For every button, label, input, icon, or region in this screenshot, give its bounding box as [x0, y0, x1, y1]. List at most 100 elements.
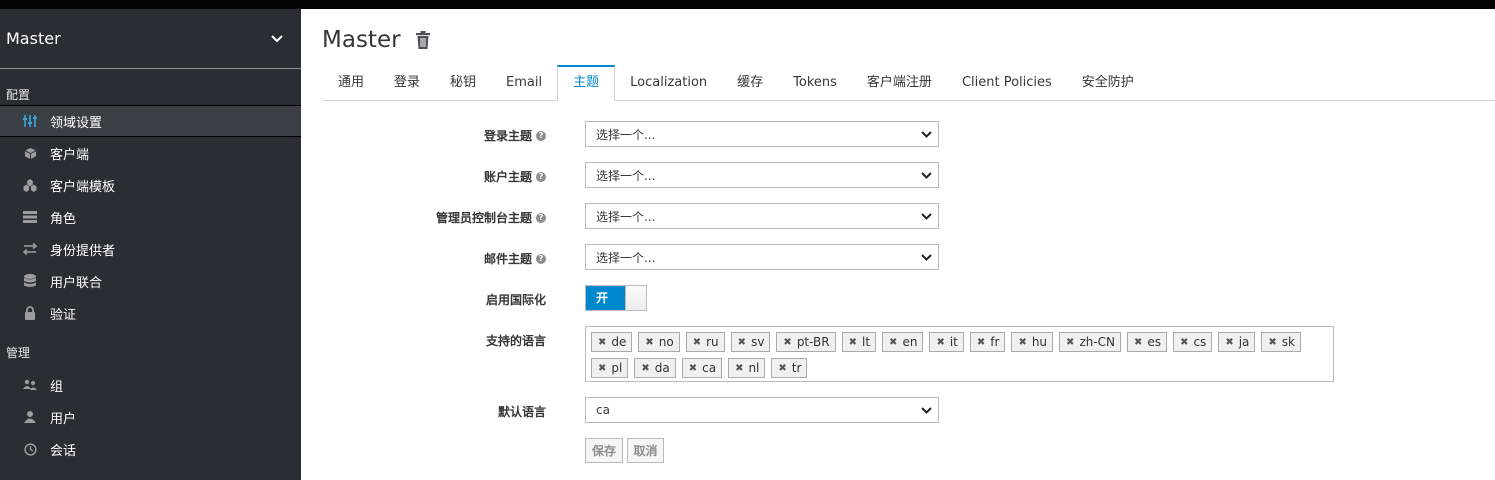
remove-icon[interactable]: ✖	[1180, 337, 1188, 348]
remove-icon[interactable]: ✖	[1225, 337, 1233, 348]
save-button[interactable]: 保存	[585, 438, 623, 463]
cancel-button[interactable]: 取消	[627, 438, 664, 463]
email-theme-label: 邮件主题?	[484, 250, 546, 267]
help-icon[interactable]: ?	[536, 171, 546, 182]
sidebar: Master 配置 领域设置 客户端 客户端模板 角色 身份提供者 用户联合 验…	[0, 9, 301, 480]
supported-locales-input[interactable]: ✖ de ✖ no ✖ ru ✖ sv ✖ pt-BR ✖ lt ✖ en ✖ it ✖ fr ✖ hu ✖ zh-CN ✖…	[585, 326, 1334, 382]
locale-chip-label: zh-CN	[1079, 335, 1116, 349]
tab-login[interactable]: 登录	[379, 65, 435, 101]
locale-chip: ✖ cs	[1173, 332, 1213, 352]
remove-icon[interactable]: ✖	[598, 337, 606, 348]
tab-general[interactable]: 通用	[323, 65, 379, 101]
locale-chip-label: hu	[1031, 335, 1048, 349]
page-title: Master	[322, 27, 401, 53]
sidebar-item-users[interactable]: 用户	[0, 401, 301, 433]
remove-icon[interactable]: ✖	[1066, 337, 1074, 348]
locale-chip: ✖ pl	[591, 358, 629, 378]
tab-email[interactable]: Email	[491, 65, 557, 101]
help-icon[interactable]: ?	[536, 212, 546, 223]
locale-chip: ✖ en	[882, 332, 924, 352]
remove-icon[interactable]: ✖	[783, 337, 791, 348]
sidebar-item-label: 组	[50, 379, 64, 395]
remove-icon[interactable]: ✖	[598, 363, 606, 374]
locale-chip-label: da	[654, 361, 670, 375]
tab-tokens[interactable]: Tokens	[778, 65, 852, 101]
locale-chip: ✖ de	[591, 332, 633, 352]
chevron-down-icon	[921, 210, 932, 225]
remove-icon[interactable]: ✖	[738, 337, 746, 348]
sidebar-item-client-templates[interactable]: 客户端模板	[0, 169, 301, 201]
remove-icon[interactable]: ✖	[1018, 337, 1026, 348]
page-header: Master	[322, 27, 431, 53]
locale-chip: ✖ tr	[771, 358, 808, 378]
email-theme-select[interactable]: 选择一个...	[585, 244, 939, 270]
i18n-toggle[interactable]: 开	[585, 285, 647, 311]
list-icon	[22, 211, 38, 223]
tab-client-policies[interactable]: Client Policies	[947, 65, 1067, 101]
locale-chip: ✖ hu	[1011, 332, 1054, 352]
sidebar-item-label: 客户端模板	[50, 179, 116, 195]
locale-chip: ✖ fr	[969, 332, 1006, 352]
sidebar-item-clients[interactable]: 客户端	[0, 137, 301, 169]
remove-icon[interactable]: ✖	[645, 337, 653, 348]
sidebar-item-label: 领域设置	[50, 115, 103, 131]
tab-keys[interactable]: 秘钥	[435, 65, 491, 101]
help-icon[interactable]: ?	[536, 130, 546, 141]
tab-localization[interactable]: Localization	[615, 65, 722, 101]
remove-icon[interactable]: ✖	[693, 337, 701, 348]
sidebar-item-roles[interactable]: 角色	[0, 201, 301, 233]
cube-icon	[22, 147, 38, 160]
sidebar-item-realm-settings[interactable]: 领域设置	[0, 105, 301, 137]
default-locale-select[interactable]: ca	[585, 397, 939, 423]
sidebar-item-user-federation[interactable]: 用户联合	[0, 265, 301, 297]
admin-theme-label: 管理员控制台主题?	[436, 209, 546, 226]
locale-chip: ✖ es	[1127, 332, 1168, 352]
help-icon[interactable]: ?	[536, 253, 546, 264]
toggle-on-label: 开	[586, 286, 625, 310]
locale-chip-label: fr	[990, 335, 1000, 349]
locale-chip-label: cs	[1193, 335, 1207, 349]
locale-chip: ✖ da	[634, 358, 676, 378]
account-theme-label: 账户主题?	[484, 168, 546, 185]
users-icon	[22, 379, 38, 391]
trash-icon[interactable]	[415, 31, 431, 49]
sidebar-item-label: 角色	[50, 211, 77, 227]
remove-icon[interactable]: ✖	[689, 363, 697, 374]
chevron-down-icon	[271, 32, 283, 46]
user-icon	[22, 411, 38, 423]
remove-icon[interactable]: ✖	[1134, 337, 1142, 348]
chevron-down-icon	[921, 251, 932, 266]
account-theme-select[interactable]: 选择一个...	[585, 162, 939, 188]
locale-chip: ✖ lt	[841, 332, 877, 352]
tab-security-defenses[interactable]: 安全防护	[1067, 65, 1149, 101]
remove-icon[interactable]: ✖	[735, 363, 743, 374]
sidebar-item-identity-providers[interactable]: 身份提供者	[0, 233, 301, 265]
locale-chip: ✖ it	[929, 332, 964, 352]
sidebar-item-groups[interactable]: 组	[0, 369, 301, 401]
login-theme-label: 登录主题?	[484, 127, 546, 144]
sidebar-item-sessions[interactable]: 会话	[0, 433, 301, 465]
locale-chip: ✖ pt-BR	[776, 332, 836, 352]
sidebar-item-label: 用户联合	[50, 275, 103, 291]
realm-selector[interactable]: Master	[0, 9, 301, 69]
remove-icon[interactable]: ✖	[778, 363, 786, 374]
remove-icon[interactable]: ✖	[641, 363, 649, 374]
login-theme-select[interactable]: 选择一个...	[585, 121, 939, 147]
remove-icon[interactable]: ✖	[849, 337, 857, 348]
sidebar-item-label: 验证	[50, 307, 77, 323]
admin-theme-label-text: 管理员控制台主题	[435, 211, 532, 225]
tab-cache[interactable]: 缓存	[722, 65, 778, 101]
default-locale-value: ca	[596, 403, 610, 417]
sidebar-item-authentication[interactable]: 验证	[0, 297, 301, 329]
remove-icon[interactable]: ✖	[977, 337, 985, 348]
tab-themes[interactable]: 主题	[557, 65, 616, 101]
remove-icon[interactable]: ✖	[1268, 337, 1276, 348]
locale-chip-label: it	[949, 335, 958, 349]
admin-theme-select[interactable]: 选择一个...	[585, 203, 939, 229]
tab-client-registration[interactable]: 客户端注册	[852, 65, 947, 101]
remove-icon[interactable]: ✖	[889, 337, 897, 348]
remove-icon[interactable]: ✖	[936, 337, 944, 348]
locale-chip: ✖ ca	[681, 358, 723, 378]
database-icon	[22, 274, 38, 288]
lock-icon	[22, 306, 38, 320]
